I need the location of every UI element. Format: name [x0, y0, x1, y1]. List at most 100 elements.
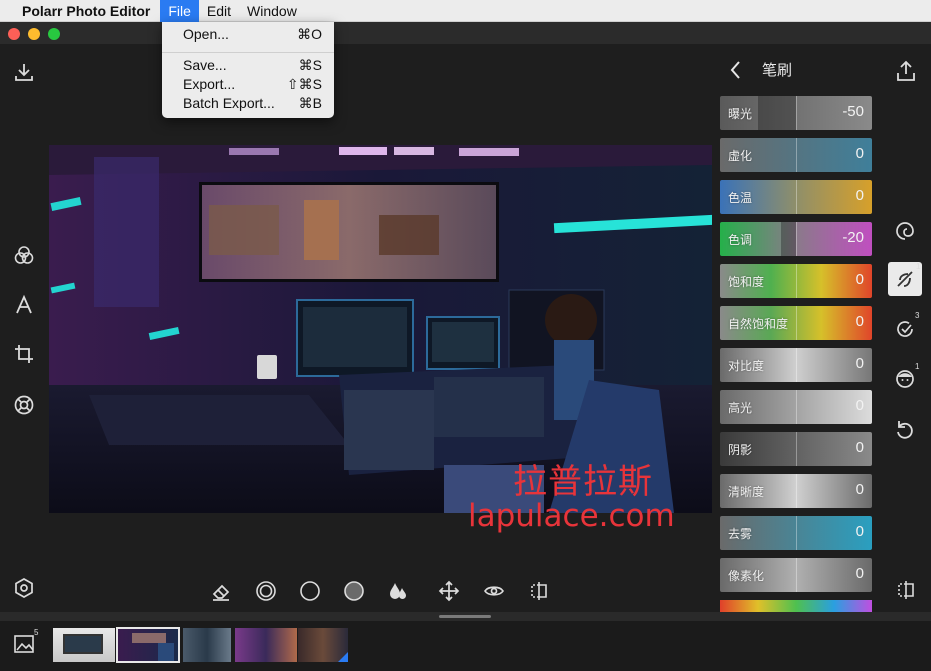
- menu-item-export[interactable]: Export... ⇧⌘S: [162, 75, 334, 94]
- slider-center-mark: [796, 348, 797, 382]
- slider-center-mark: [796, 558, 797, 592]
- window-titlebar: [0, 22, 931, 44]
- slider-row[interactable]: 色调 -20: [720, 222, 872, 256]
- slider-label: 高光: [728, 401, 753, 415]
- thumbnail-4[interactable]: [235, 628, 297, 662]
- menu-item-batch-export[interactable]: Batch Export... ⌘B: [162, 94, 334, 113]
- watermark-text-en: lapulace.com: [468, 498, 675, 534]
- slider-row[interactable]: 色温 0: [720, 180, 872, 214]
- photo-library-icon[interactable]: [12, 632, 36, 656]
- menu-item-label: Export...: [183, 76, 236, 92]
- menu-item-shortcut: ⌘B: [298, 95, 322, 111]
- slider-row[interactable]: 对比度 0: [720, 348, 872, 382]
- panel-title: 笔刷: [762, 61, 793, 79]
- slider-center-mark: [796, 432, 797, 466]
- drops-icon[interactable]: [386, 579, 410, 603]
- filters-icon[interactable]: [12, 243, 36, 267]
- filmstrip-resize-handle[interactable]: [439, 615, 491, 618]
- window-minimize-button[interactable]: [28, 28, 40, 40]
- slider-value: 0: [855, 439, 864, 456]
- slider-center-mark: [796, 516, 797, 550]
- circle-outline-icon[interactable]: [298, 579, 322, 603]
- slider-value: 0: [855, 145, 864, 162]
- thumbnail-2-selected[interactable]: [116, 627, 180, 663]
- slider-label: 清晰度: [728, 485, 765, 499]
- slider-row[interactable]: 像素化 0: [720, 558, 872, 592]
- slider-fill: [758, 96, 796, 130]
- slider-row[interactable]: 曝光 -50: [720, 96, 872, 130]
- slider-label: 虚化: [728, 149, 753, 163]
- slider-label: 色调: [728, 233, 753, 247]
- thumbnail-5[interactable]: [298, 628, 348, 662]
- filmstrip: 5: [0, 621, 931, 671]
- slider-value: 0: [855, 355, 864, 372]
- circle-filled-icon[interactable]: [342, 579, 366, 603]
- hexagon-settings-icon[interactable]: [12, 576, 36, 600]
- slider-value: 0: [855, 313, 864, 330]
- menu-edit[interactable]: Edit: [199, 0, 239, 22]
- slider-label: 阴影: [728, 443, 753, 457]
- slider-row[interactable]: 去雾 0: [720, 516, 872, 550]
- slider-center-mark: [796, 96, 797, 130]
- menu-item-shortcut: ⇧⌘S: [286, 76, 322, 92]
- brush-count-badge: 1: [916, 262, 921, 271]
- compare-split-icon[interactable]: [893, 577, 919, 603]
- slider-value: 0: [855, 187, 864, 204]
- slider-center-mark: [796, 264, 797, 298]
- radial-target-icon[interactable]: [254, 579, 278, 603]
- lifebuoy-icon[interactable]: [12, 393, 36, 417]
- file-menu-dropdown: Open... ⌘O Save... ⌘S Export... ⇧⌘S Batc…: [162, 22, 334, 118]
- slider-center-mark: [796, 138, 797, 172]
- slider-label: 对比度: [728, 359, 765, 373]
- slider-row[interactable]: 饱和度 0: [720, 264, 872, 298]
- slider-row[interactable]: 阴影 0: [720, 432, 872, 466]
- hue-slider-partial[interactable]: [720, 600, 872, 612]
- face-count-badge: 1: [915, 362, 920, 371]
- app-name-menu[interactable]: Polarr Photo Editor: [0, 0, 160, 22]
- healing-count-badge: 3: [915, 311, 920, 320]
- slider-value: 0: [855, 271, 864, 288]
- menubar: Polarr Photo Editor File Edit Window: [0, 0, 931, 22]
- window-maximize-button[interactable]: [48, 28, 60, 40]
- thumbnail-1[interactable]: [53, 628, 115, 662]
- eye-icon[interactable]: [482, 579, 506, 603]
- menu-item-open[interactable]: Open... ⌘O: [162, 25, 334, 44]
- slider-label: 色温: [728, 191, 753, 205]
- slider-value: 0: [855, 565, 864, 582]
- app-window: 拉普拉斯 lapulace.com 笔刷 1 3 1 5 曝光 -50 虚化 0…: [0, 22, 931, 671]
- menu-separator: [162, 52, 334, 53]
- slider-value: 0: [855, 481, 864, 498]
- slider-center-mark: [796, 222, 797, 256]
- slider-value: -50: [842, 103, 864, 120]
- slider-row[interactable]: 清晰度 0: [720, 474, 872, 508]
- download-icon[interactable]: [12, 60, 36, 84]
- slider-row[interactable]: 高光 0: [720, 390, 872, 424]
- back-chevron-icon[interactable]: [726, 58, 746, 82]
- slider-value: 0: [855, 523, 864, 540]
- crop-icon[interactable]: [12, 342, 36, 366]
- slider-label: 饱和度: [728, 275, 765, 289]
- thumbnail-3[interactable]: [183, 628, 231, 662]
- compare-icon[interactable]: [527, 579, 551, 603]
- slider-fill: [780, 222, 796, 256]
- watermark-text-cn: 拉普拉斯: [513, 462, 653, 502]
- menu-item-label: Batch Export...: [183, 95, 275, 111]
- spiral-icon[interactable]: [891, 217, 919, 245]
- slider-center-mark: [796, 474, 797, 508]
- menu-window[interactable]: Window: [239, 0, 305, 22]
- slider-label: 像素化: [728, 569, 765, 583]
- move-icon[interactable]: [437, 579, 461, 603]
- library-count-badge: 5: [34, 628, 39, 637]
- slider-center-mark: [796, 306, 797, 340]
- window-close-button[interactable]: [8, 28, 20, 40]
- menu-file[interactable]: File: [160, 0, 199, 22]
- slider-value: 0: [855, 397, 864, 414]
- menu-item-save[interactable]: Save... ⌘S: [162, 56, 334, 75]
- text-icon[interactable]: [12, 293, 36, 317]
- undo-icon[interactable]: [891, 415, 919, 443]
- share-export-icon[interactable]: [893, 58, 919, 84]
- slider-row[interactable]: 自然饱和度 0: [720, 306, 872, 340]
- eraser-icon[interactable]: [209, 579, 233, 603]
- menu-item-label: Save...: [183, 57, 227, 73]
- slider-row[interactable]: 虚化 0: [720, 138, 872, 172]
